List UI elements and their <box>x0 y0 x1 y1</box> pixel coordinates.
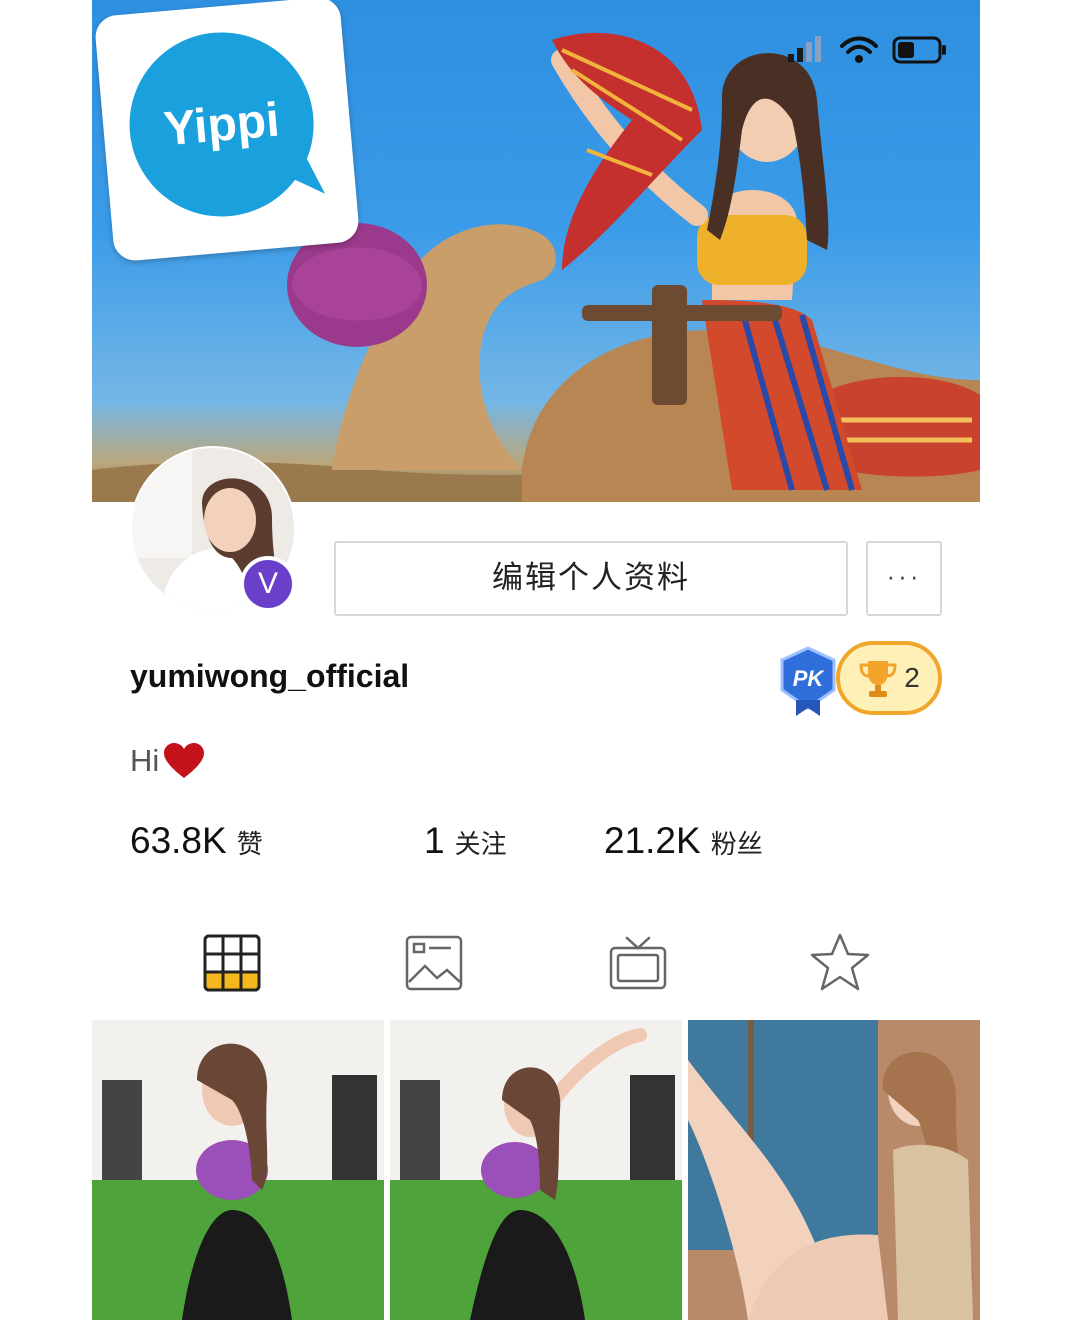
profile-screen: Yippi V 编辑个人资料 ··· yumiwong_official PK … <box>92 0 980 1320</box>
signal-icon <box>788 36 821 62</box>
followers-count: 21.2K <box>604 820 701 861</box>
pk-icon: PK <box>780 646 836 716</box>
yippi-logo-card: Yippi <box>93 0 361 263</box>
yippi-logo-text: Yippi <box>162 94 282 157</box>
media-thumbnail[interactable] <box>688 1020 980 1320</box>
tv-icon <box>609 936 667 990</box>
media-thumbnail[interactable] <box>390 1020 682 1320</box>
yippi-logo-icon: Yippi <box>129 32 326 217</box>
image-icon <box>405 935 463 991</box>
trophy-badge[interactable]: 2 <box>836 641 942 715</box>
thumbnail-image <box>390 1020 682 1320</box>
likes-stat[interactable]: 63.8K 赞 <box>130 820 263 862</box>
status-bar <box>786 36 948 64</box>
trophy-icon <box>859 661 897 697</box>
following-label: 关注 <box>454 830 507 860</box>
followers-label: 粉丝 <box>710 830 763 860</box>
thumbnail-image <box>688 1020 980 1320</box>
content-tabs <box>92 928 980 998</box>
tab-favorites[interactable] <box>805 928 875 998</box>
pk-label: PK <box>793 666 826 691</box>
media-thumbnail[interactable] <box>92 1020 384 1320</box>
likes-label: 赞 <box>236 830 263 860</box>
bio: Hi <box>130 742 205 780</box>
likes-count: 63.8K <box>130 820 227 861</box>
trophy-count: 2 <box>904 662 920 693</box>
following-count: 1 <box>424 820 445 861</box>
verified-badge: V <box>240 556 296 612</box>
tab-grid[interactable] <box>197 928 267 998</box>
heart-icon <box>164 743 205 778</box>
media-grid <box>92 1020 980 1320</box>
battery-icon <box>892 36 946 64</box>
followers-stat[interactable]: 21.2K 粉丝 <box>604 820 763 862</box>
pk-badge[interactable]: PK <box>776 646 840 721</box>
tab-videos[interactable] <box>603 928 673 998</box>
username: yumiwong_official <box>130 658 410 694</box>
more-options-button[interactable]: ··· <box>866 541 942 616</box>
wifi-icon <box>840 36 878 63</box>
edit-profile-button[interactable]: 编辑个人资料 <box>334 541 848 616</box>
thumbnail-image <box>92 1020 384 1320</box>
following-stat[interactable]: 1 关注 <box>424 820 507 862</box>
tab-photos[interactable] <box>399 928 469 998</box>
bio-text: Hi <box>130 743 160 778</box>
grid-icon <box>203 934 261 992</box>
star-icon <box>810 933 870 991</box>
cover-photo[interactable]: Yippi <box>92 0 980 502</box>
stats-row: 63.8K 赞 1 关注 21.2K 粉丝 <box>92 820 980 870</box>
